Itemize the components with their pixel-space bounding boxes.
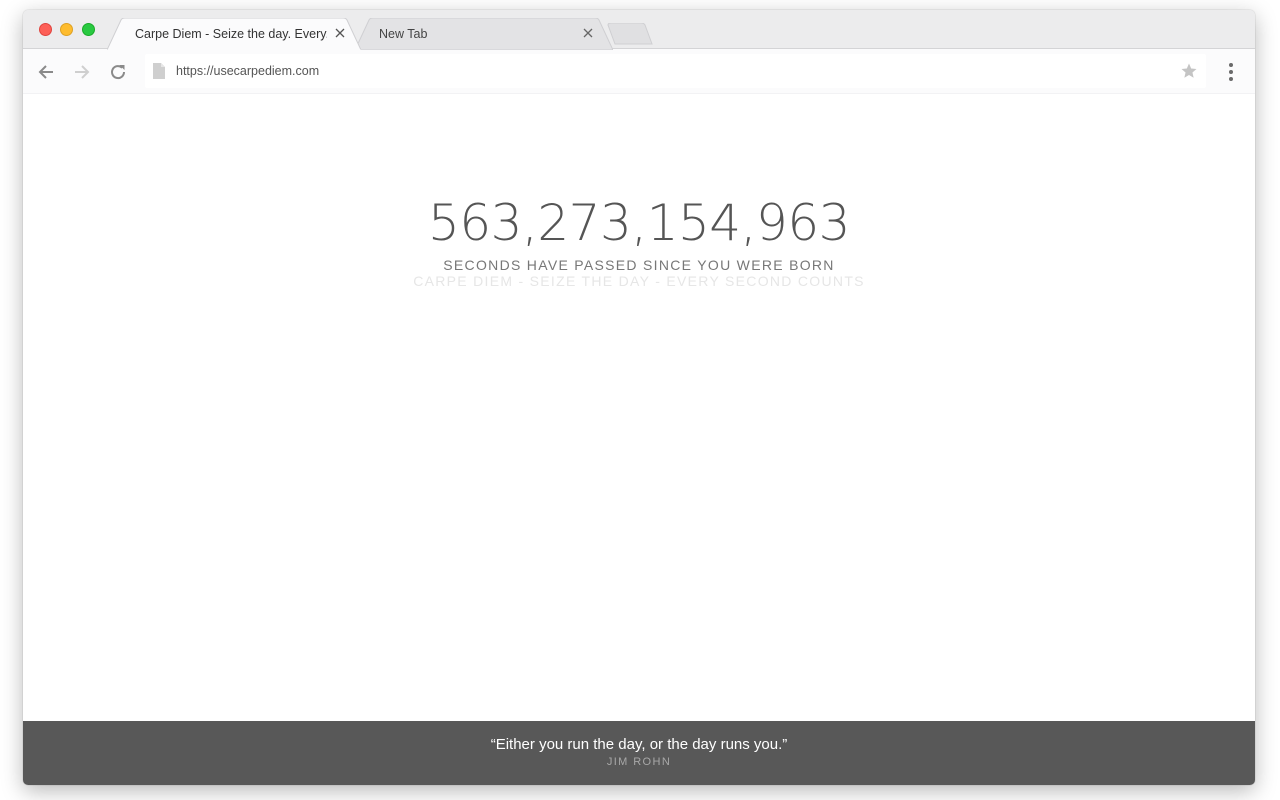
tab-title: Carpe Diem - Seize the day. Every... — [135, 27, 327, 41]
tab-carpe-diem[interactable]: Carpe Diem - Seize the day. Every... — [107, 18, 361, 50]
quote-text: “Either you run the day, or the day runs… — [490, 736, 788, 753]
url-text: https://usecarpediem.com — [176, 64, 320, 78]
reload-icon[interactable] — [106, 60, 130, 84]
counter-caption: SECONDS HAVE PASSED SINCE YOU WERE BORN — [443, 257, 835, 273]
minimize-window-button[interactable] — [60, 23, 73, 36]
new-tab-button[interactable] — [607, 22, 653, 45]
tab-title: New Tab — [379, 27, 428, 41]
close-icon[interactable] — [333, 26, 347, 40]
close-icon[interactable] — [581, 26, 595, 40]
star-icon[interactable] — [1180, 62, 1198, 85]
browser-toolbar: https://usecarpediem.com — [23, 49, 1255, 94]
quote-bar: “Either you run the day, or the day runs… — [23, 721, 1255, 785]
kebab-menu-icon[interactable] — [1221, 61, 1241, 83]
address-bar[interactable]: https://usecarpediem.com — [145, 54, 1206, 88]
zoom-window-button[interactable] — [82, 23, 95, 36]
tab-strip: New Tab Carpe Diem - Seize the day. Ever… — [23, 10, 1255, 50]
page-content: 563,273,154,963 SECONDS HAVE PASSED SINC… — [23, 94, 1255, 721]
document-icon — [153, 63, 165, 84]
quote-author: JIM ROHN — [606, 756, 672, 768]
browser-window: New Tab Carpe Diem - Seize the day. Ever… — [23, 10, 1255, 785]
arrow-left-icon[interactable] — [34, 60, 58, 84]
tagline: CARPE DIEM - SEIZE THE DAY - EVERY SECON… — [413, 273, 865, 289]
seconds-counter: 563,273,154,963 — [428, 194, 850, 252]
arrow-right-icon[interactable] — [70, 60, 94, 84]
close-window-button[interactable] — [39, 23, 52, 36]
tab-new-tab[interactable]: New Tab — [355, 18, 613, 50]
